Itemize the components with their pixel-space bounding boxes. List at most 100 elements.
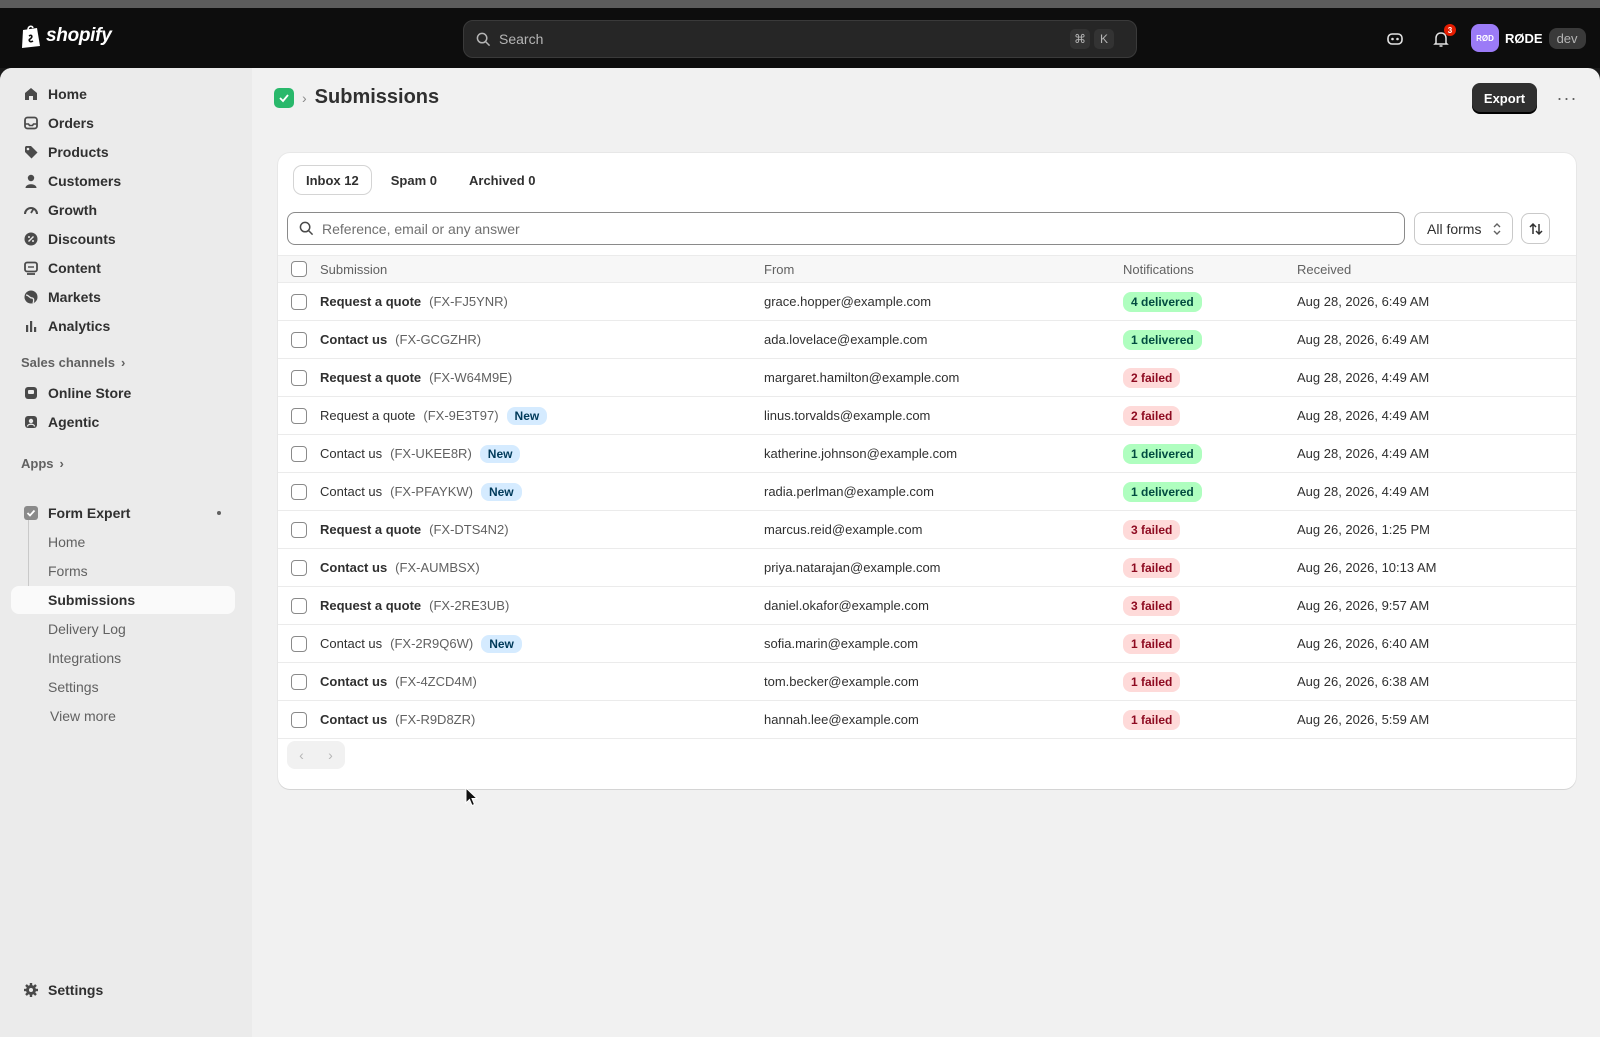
table-row[interactable]: Contact us (FX-UKEE8R) New katherine.johnso…	[278, 435, 1576, 473]
table-row[interactable]: Request a quote (FX-FJ5YNR) grace.hopper@e…	[278, 283, 1576, 321]
app-subitem-integrations[interactable]: Integrations	[11, 644, 235, 672]
row-checkbox[interactable]	[291, 293, 307, 310]
more-actions-icon[interactable]: ···	[1552, 83, 1582, 113]
sidekick-button[interactable]	[1383, 27, 1407, 51]
form-name[interactable]: Request a quote	[320, 408, 415, 423]
sidebar-item-online-store[interactable]: Online Store	[11, 379, 235, 407]
row-checkbox[interactable]	[291, 597, 307, 614]
sidebar-item-label: Discounts	[48, 231, 116, 247]
form-name[interactable]: Request a quote	[320, 522, 421, 537]
table-row[interactable]: Request a quote (FX-DTS4N2) marcus.reid@ex…	[278, 511, 1576, 549]
forms-filter-select[interactable]: All forms	[1414, 212, 1513, 245]
apps-heading[interactable]: Apps ›	[21, 456, 64, 471]
form-name[interactable]: Contact us	[320, 446, 382, 461]
form-expert-app-icon	[24, 506, 38, 520]
table-row[interactable]: Contact us (FX-2R9Q6W) New sofia.marin@exam…	[278, 625, 1576, 663]
form-name[interactable]: Contact us	[320, 712, 387, 727]
table-row[interactable]: Contact us (FX-PFAYKW) New radia.perlman@ex…	[278, 473, 1576, 511]
table-row[interactable]: Request a quote (FX-9E3T97) New linus.torva…	[278, 397, 1576, 435]
header-notifications[interactable]: Notifications	[1123, 262, 1194, 277]
table-row[interactable]: Contact us (FX-R9D8ZR) hannah.lee@example.…	[278, 701, 1576, 739]
sidekick-icon	[1387, 33, 1403, 45]
notification-status-badge: 1 failed	[1123, 633, 1181, 654]
row-checkbox[interactable]	[291, 635, 307, 652]
view-more-link[interactable]: View more	[11, 702, 235, 730]
submission-search-input[interactable]: Reference, email or any answer	[287, 212, 1405, 245]
row-checkbox[interactable]	[291, 483, 307, 500]
sidebar-item-products[interactable]: Products	[11, 138, 235, 166]
table-row[interactable]: Contact us (FX-GCGZHR) ada.lovelace@exampl…	[278, 321, 1576, 359]
app-logo-icon[interactable]	[274, 87, 294, 108]
export-button[interactable]: Export	[1472, 83, 1537, 113]
page-title: Submissions	[314, 86, 440, 108]
chevron-right-icon: ›	[59, 456, 64, 471]
select-all-checkbox[interactable]	[291, 261, 307, 277]
form-name[interactable]: Request a quote	[320, 598, 421, 613]
sidebar-item-orders[interactable]: Orders	[11, 109, 235, 137]
tab-spam[interactable]: Spam 0	[379, 166, 449, 194]
header-submission[interactable]: Submission	[320, 262, 387, 277]
form-name[interactable]: Contact us	[320, 484, 382, 499]
row-checkbox[interactable]	[291, 559, 307, 576]
shopify-logo[interactable]: shopify	[20, 24, 112, 48]
sidebar-item-content[interactable]: Content	[11, 254, 235, 282]
form-name[interactable]: Contact us	[320, 332, 387, 347]
store-switcher[interactable]: RØD RØDE dev	[1471, 23, 1586, 53]
row-checkbox[interactable]	[291, 369, 307, 386]
row-checkbox[interactable]	[291, 521, 307, 538]
sidebar-item-analytics[interactable]: Analytics	[11, 312, 235, 340]
sidebar-item-form-expert[interactable]: Form Expert	[11, 499, 235, 527]
next-page-button[interactable]: ›	[316, 741, 345, 769]
gauge-icon	[24, 207, 38, 215]
submissions-card: Inbox 12 Spam 0 Archived 0 Reference, em…	[278, 153, 1576, 789]
sidebar-item-settings[interactable]: Settings	[11, 976, 235, 1004]
app-subitem-forms[interactable]: Forms	[11, 557, 235, 585]
sidebar-item-customers[interactable]: Customers	[11, 167, 235, 195]
app-subitem-settings[interactable]: Settings	[11, 673, 235, 701]
form-name[interactable]: Contact us	[320, 636, 382, 651]
sidebar-item-label: Agentic	[48, 414, 100, 430]
table-row[interactable]: Contact us (FX-4ZCD4M) tom.becker@example.…	[278, 663, 1576, 701]
sidebar-item-discounts[interactable]: Discounts	[11, 225, 235, 253]
main-content: › Submissions Export ··· Inbox 12 Spam 0…	[252, 68, 1600, 1037]
table-body: Request a quote (FX-FJ5YNR) grace.hopper@e…	[278, 283, 1576, 739]
header-received[interactable]: Received	[1297, 262, 1351, 277]
row-checkbox[interactable]	[291, 711, 307, 728]
row-checkbox[interactable]	[291, 445, 307, 462]
app-subitem-home[interactable]: Home	[11, 528, 235, 556]
tab-archived[interactable]: Archived 0	[457, 166, 547, 194]
table-row[interactable]: Request a quote (FX-W64M9E) margaret.hamil…	[278, 359, 1576, 397]
sales-channels-heading[interactable]: Sales channels ›	[21, 355, 125, 370]
form-name[interactable]: Contact us	[320, 674, 387, 689]
row-checkbox[interactable]	[291, 331, 307, 348]
sidebar-item-growth[interactable]: Growth	[11, 196, 235, 224]
app-subitem-delivery-log[interactable]: Delivery Log	[11, 615, 235, 643]
app-subitem-label: Forms	[48, 563, 88, 579]
sidebar-item-markets[interactable]: Markets	[11, 283, 235, 311]
from-email: katherine.johnson@example.com	[764, 446, 958, 461]
sidebar-item-home[interactable]: Home	[11, 80, 235, 108]
form-name[interactable]: Contact us	[320, 560, 387, 575]
tab-inbox[interactable]: Inbox 12	[294, 166, 371, 194]
from-email: hannah.lee@example.com	[764, 712, 919, 727]
admin-frame: Home Orders Products Customers Growth Di…	[0, 68, 1600, 1037]
sort-button[interactable]	[1521, 213, 1550, 244]
row-checkbox[interactable]	[291, 673, 307, 690]
sidebar-item-label: Analytics	[48, 318, 111, 334]
table-row[interactable]: Contact us (FX-AUMBSX) priya.natarajan@exa…	[278, 549, 1576, 587]
submission-cell: Request a quote (FX-W64M9E)	[320, 370, 512, 385]
notification-cell: 1 failed	[1123, 633, 1181, 654]
notification-cell: 2 failed	[1123, 367, 1181, 388]
global-search[interactable]: Search ⌘ K	[463, 20, 1137, 58]
table-row[interactable]: Request a quote (FX-2RE3UB) daniel.okafor@…	[278, 587, 1576, 625]
app-subitem-submissions[interactable]: Submissions	[11, 586, 235, 614]
previous-page-button[interactable]: ‹	[287, 741, 316, 769]
notification-count-badge: 3	[1444, 24, 1456, 36]
notifications-button[interactable]: 3	[1429, 24, 1456, 51]
row-checkbox[interactable]	[291, 407, 307, 424]
notification-cell: 1 delivered	[1123, 443, 1202, 464]
header-from[interactable]: From	[764, 262, 794, 277]
form-name[interactable]: Request a quote	[320, 294, 421, 309]
form-name[interactable]: Request a quote	[320, 370, 421, 385]
sidebar-item-agentic[interactable]: Agentic	[11, 408, 235, 436]
